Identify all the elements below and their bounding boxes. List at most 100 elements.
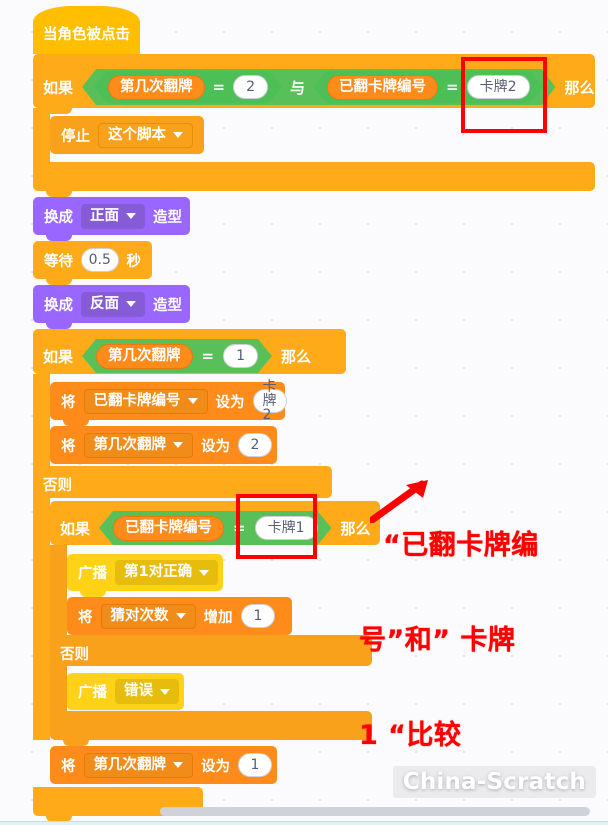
equals-sign-3: =: [201, 347, 215, 365]
variable-dropdown-flip-count-reset-value: 第几次翻牌: [93, 756, 167, 773]
second-if-label: 如果: [43, 347, 74, 366]
chevron-down-icon: [126, 213, 136, 219]
inner-if-else-spine: [50, 666, 67, 711]
set-block-mid-1: 设为: [215, 394, 245, 411]
inner-if-footer: [50, 711, 372, 740]
wait-seconds-input[interactable]: 0.5: [81, 248, 119, 272]
horizontal-scrollbar[interactable]: [160, 807, 590, 816]
variable-reporter-flip-count-1[interactable]: 第几次翻牌: [108, 75, 205, 100]
variable-dropdown-correct-count[interactable]: 猜对次数: [100, 603, 196, 629]
scratch-code-canvas[interactable]: 当角色被点击 如果 第几次翻牌 = 2 与 已翻卡牌编号 = 卡牌2 那么 停止…: [0, 0, 608, 825]
broadcast-message-dropdown-1-value: 第1对正确: [124, 564, 193, 581]
variable-reporter-flipped-card-id-1[interactable]: 已翻卡牌编号: [327, 75, 438, 100]
hat-block-dome: [33, 6, 140, 22]
chevron-down-icon: [175, 613, 186, 619]
inner-if-then-label: 那么: [340, 519, 371, 538]
set-variable-block-flipped-card-id[interactable]: 将 已翻卡牌编号 设为 卡牌2: [50, 380, 287, 422]
set-variable-block-flip-count[interactable]: 将 第几次翻牌 设为 2: [50, 426, 277, 464]
stop-block-dropdown[interactable]: 这个脚本: [98, 122, 193, 148]
variable-reporter-flipped-card-id-2[interactable]: 已翻卡牌编号: [113, 516, 224, 541]
watermark-china-scratch: China-Scratch: [392, 766, 596, 798]
chevron-down-icon: [126, 301, 136, 307]
equals-sign-1: =: [212, 78, 226, 96]
change-block-prefix: 将: [78, 609, 93, 626]
broadcast-block-wrong[interactable]: 广播 错误: [67, 673, 184, 710]
broadcast-message-dropdown-2[interactable]: 错误: [115, 679, 179, 704]
change-block-mid: 增加: [203, 609, 233, 626]
broadcast-block-pair1-correct[interactable]: 广播 第1对正确: [67, 554, 223, 591]
second-if-else-label: 否则: [43, 478, 72, 494]
set-block-prefix-3: 将: [61, 758, 76, 775]
main-if-footer: [33, 162, 595, 191]
variable-dropdown-flip-count-value: 第几次翻牌: [93, 436, 167, 453]
hat-block-label: 当角色被点击: [43, 27, 130, 43]
set-block-value-input-1[interactable]: 卡牌2: [252, 380, 287, 422]
set-variable-block-flip-count-reset[interactable]: 将 第几次翻牌 设为 1: [50, 746, 277, 784]
broadcast-prefix-2: 广播: [78, 685, 107, 701]
broadcast-message-dropdown-2-value: 错误: [124, 683, 153, 700]
inner-if-else-label: 否则: [60, 647, 89, 663]
set-block-prefix-1: 将: [61, 394, 76, 411]
costume-dropdown-front[interactable]: 正面: [81, 203, 145, 229]
and-operator-label: 与: [290, 78, 306, 97]
equals-operator-block-1[interactable]: 第几次翻牌 = 2: [94, 71, 282, 103]
equals-value-input-3[interactable]: 1: [223, 344, 258, 368]
costume-dropdown-back[interactable]: 反面: [81, 291, 145, 317]
second-if-condition-row: 如果 第几次翻牌 = 1 那么: [43, 339, 311, 373]
chevron-down-icon: [173, 442, 183, 448]
switch-costume-prefix-2: 换成: [44, 297, 73, 314]
variable-dropdown-flip-count[interactable]: 第几次翻牌: [83, 432, 193, 458]
set-block-value-input-2[interactable]: 2: [238, 433, 272, 457]
variable-dropdown-flipped-card-id-value: 已翻卡牌编号: [93, 392, 181, 409]
inner-if-else-bar[interactable]: [50, 635, 372, 666]
chevron-down-icon: [160, 688, 170, 695]
switch-costume-suffix-2: 造型: [153, 297, 182, 314]
set-block-mid-3: 设为: [201, 758, 230, 775]
highlight-box-card2: [461, 57, 547, 133]
chevron-down-icon: [173, 762, 183, 768]
bottom-edge-divider: [0, 821, 608, 825]
second-if-else-spine: [33, 498, 50, 740]
variable-dropdown-correct-count-value: 猜对次数: [110, 607, 169, 624]
broadcast-prefix-1: 广播: [78, 566, 107, 582]
inner-if-then-spine: [50, 545, 67, 635]
costume-dropdown-front-value: 正面: [90, 207, 119, 224]
switch-costume-block-front[interactable]: 换成 正面 造型: [33, 197, 190, 235]
stop-block-label: 停止: [61, 128, 90, 145]
equals-value-input-1[interactable]: 2: [233, 75, 268, 99]
change-block-value-input[interactable]: 1: [240, 604, 276, 628]
main-if-left-spine: [33, 108, 50, 162]
switch-costume-prefix-1: 换成: [44, 209, 73, 226]
annotation-line-1: “已翻卡牌编: [383, 530, 539, 562]
variable-dropdown-flip-count-reset[interactable]: 第几次翻牌: [83, 752, 193, 778]
annotation-line-3: 1 “比较: [359, 719, 462, 751]
hat-block-when-sprite-clicked[interactable]: 当角色被点击: [33, 6, 140, 54]
set-block-value-input-3[interactable]: 1: [238, 753, 272, 777]
switch-costume-suffix-1: 造型: [153, 209, 182, 226]
wait-prefix: 等待: [44, 253, 73, 270]
change-variable-block-correct-count[interactable]: 将 猜对次数 增加 1: [67, 597, 292, 635]
costume-dropdown-back-value: 反面: [90, 295, 119, 312]
stop-this-script-block[interactable]: 停止 这个脚本: [50, 116, 204, 154]
switch-costume-block-back[interactable]: 换成 反面 造型: [33, 285, 190, 323]
chevron-down-icon: [173, 132, 183, 138]
equals-operator-block-3[interactable]: 第几次翻牌 = 1: [82, 339, 272, 373]
highlight-box-card1: [236, 494, 317, 559]
wait-block[interactable]: 等待 0.5 秒: [33, 241, 152, 279]
chevron-down-icon: [199, 569, 210, 576]
equals-sign-2: =: [446, 78, 459, 96]
inner-if-condition-row: 如果 已翻卡牌编号 = 卡牌1 那么: [60, 511, 371, 545]
broadcast-message-dropdown-1[interactable]: 第1对正确: [115, 560, 219, 585]
stop-block-dropdown-value: 这个脚本: [108, 126, 166, 143]
inner-if-label: 如果: [60, 519, 91, 538]
annotation-line-2: 号”和” 卡牌: [359, 624, 516, 656]
variable-dropdown-flipped-card-id[interactable]: 已翻卡牌编号: [83, 388, 208, 414]
second-if-then-label: 那么: [281, 347, 312, 366]
variable-reporter-flip-count-2[interactable]: 第几次翻牌: [96, 344, 193, 369]
annotation-text: “已翻卡牌编 号”和” 卡牌 1 “比较: [359, 467, 539, 814]
set-block-prefix-2: 将: [61, 438, 76, 455]
main-if-then-label: 那么: [564, 78, 595, 97]
set-block-mid-2: 设为: [201, 438, 230, 455]
second-if-then-spine: [33, 374, 50, 466]
main-if-label: 如果: [43, 78, 74, 97]
